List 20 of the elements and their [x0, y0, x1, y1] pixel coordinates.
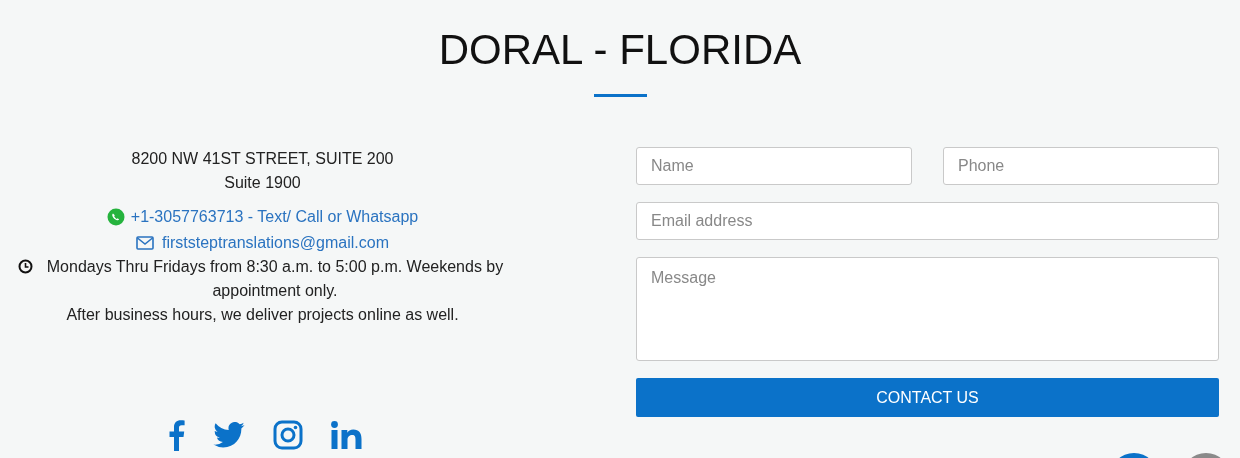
email-field[interactable]: Email address: [636, 202, 1219, 240]
business-hours: Mondays Thru Fridays from 8:30 a.m. to 5:00 p.m. Weekends by appointment only.: [45, 257, 505, 301]
title-underline: [593, 94, 647, 97]
clock-icon: [17, 259, 33, 274]
facebook-icon[interactable]: [167, 419, 185, 451]
instagram-icon[interactable]: [273, 420, 303, 450]
phone-field[interactable]: Phone: [943, 147, 1219, 185]
address-line: 8200 NW 41ST STREET, SUITE 200: [131, 149, 394, 169]
envelope-icon: [136, 236, 154, 250]
phone-link[interactable]: +1-3057763713 - Text/ Call or Whatsapp: [130, 205, 419, 229]
page-title: DORAL - FLORIDA: [438, 26, 802, 74]
name-field[interactable]: Name: [636, 147, 912, 185]
message-field[interactable]: Message: [636, 257, 1219, 361]
twitter-bird-icon[interactable]: [213, 422, 245, 448]
contact-us-button[interactable]: CONTACT US: [636, 378, 1219, 417]
linkedin-icon[interactable]: [331, 421, 362, 449]
whatsapp-icon: [106, 208, 125, 226]
address-line: Suite 1900: [224, 173, 301, 193]
after-hours-note: After business hours, we deliver projects online as well.: [66, 305, 459, 325]
email-link[interactable]: firststeptranslations@gmail.com: [162, 231, 389, 255]
